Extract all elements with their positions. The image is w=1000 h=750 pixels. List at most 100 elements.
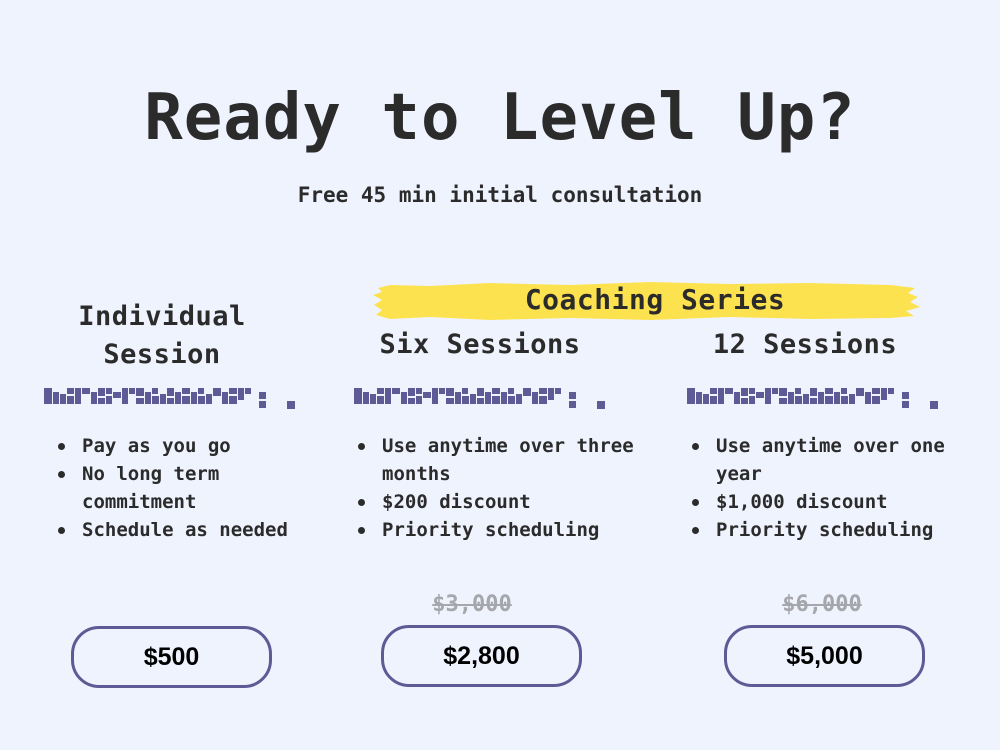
pixel-block [516, 394, 522, 404]
pixel-block [795, 396, 802, 404]
pixel-block [810, 398, 817, 404]
pixel-block [696, 392, 702, 404]
pixel-block [849, 394, 855, 404]
pixel-block [113, 392, 121, 398]
pixel-block [67, 388, 74, 394]
pixel-block [446, 388, 454, 396]
feature-list: Use anytime over three months $200 disco… [356, 432, 656, 544]
pixel-block [930, 401, 938, 409]
pixel-block [377, 388, 384, 394]
pixel-block [462, 396, 469, 404]
pixel-block [501, 392, 507, 404]
pixel-block [795, 388, 801, 394]
feature-list: Use anytime over one year $1,000 discoun… [690, 432, 990, 544]
pixel-block [818, 392, 824, 404]
pixel-block [145, 392, 151, 404]
pixel-block [718, 388, 724, 404]
pixel-block [44, 396, 52, 404]
pixel-block [53, 392, 59, 404]
pixel-block [749, 396, 755, 404]
pixel-block [888, 388, 894, 394]
pixel-block [710, 396, 717, 404]
pixel-block [401, 392, 407, 404]
page-title: Ready to Level Up? [144, 81, 856, 155]
pixel-block [902, 392, 909, 399]
pixel-block [229, 396, 237, 404]
plan-six-sessions: Six Sessions [350, 318, 610, 372]
pixel-block [841, 388, 847, 394]
pixel-block [902, 401, 909, 408]
pixel-block [136, 388, 144, 396]
pixel-block [539, 396, 547, 404]
pixel-block [508, 388, 514, 394]
pixel-block [734, 392, 740, 404]
pixel-block [160, 394, 166, 404]
original-price: $3,000 [432, 592, 512, 617]
plan-name: Six Sessions [379, 329, 581, 360]
pixel-block [182, 396, 190, 404]
price-button-5000[interactable]: $5,000 [724, 625, 925, 687]
pixel-block [122, 388, 128, 404]
plan-12-sessions: 12 Sessions [675, 318, 935, 372]
pixel-block [841, 396, 848, 404]
pixel-block [206, 394, 212, 404]
price-button-500[interactable]: $500 [71, 626, 272, 688]
pixel-block [75, 388, 81, 404]
pixel-block [856, 388, 864, 396]
pixel-block [354, 396, 362, 404]
pixel-block [508, 396, 515, 404]
pixel-block [703, 394, 709, 404]
pixel-block [834, 392, 840, 404]
original-price: $6,000 [782, 592, 862, 617]
plan-name: Individual Session [42, 290, 282, 382]
pixel-block [167, 388, 174, 396]
pixel-block [423, 392, 431, 398]
pixel-block [492, 396, 500, 404]
pixel-block [245, 388, 251, 394]
pixel-block [82, 388, 90, 394]
pixel-block [470, 394, 476, 404]
pixel-price-strip [354, 388, 605, 409]
pixel-block [259, 401, 266, 408]
pixel-block [881, 388, 887, 400]
pixel-block [152, 388, 158, 394]
pixel-block [555, 388, 561, 394]
pixel-block [191, 392, 197, 404]
pixel-block [182, 388, 190, 394]
pixel-block [392, 388, 400, 394]
pixel-block [687, 388, 695, 396]
pixel-block [198, 396, 205, 404]
list-item: No long term commitment [56, 460, 306, 516]
pixel-block [810, 388, 817, 396]
pixel-block [765, 388, 771, 404]
pixel-block [865, 392, 871, 404]
pixel-block [825, 388, 833, 394]
pixel-price-strip [687, 388, 938, 409]
pixel-block [385, 388, 391, 404]
list-item: Schedule as needed [56, 516, 306, 544]
pixel-block [477, 388, 484, 396]
pixel-block [569, 392, 576, 399]
list-item: Priority scheduling [356, 516, 656, 544]
pixel-block [229, 388, 237, 394]
pixel-block [136, 398, 144, 404]
list-item: Use anytime over three months [356, 432, 656, 488]
plan-individual-session: Individual Session [42, 290, 282, 382]
pixel-block [741, 398, 748, 404]
pixel-block [408, 398, 415, 404]
pixel-block [167, 398, 174, 404]
pixel-block [98, 398, 105, 404]
pixel-block [377, 396, 384, 404]
list-item: Priority scheduling [690, 516, 990, 544]
pixel-block [439, 388, 445, 394]
price-button-2800[interactable]: $2,800 [381, 625, 582, 687]
pixel-block [106, 396, 112, 404]
pixel-block [106, 388, 112, 394]
pixel-block [432, 388, 438, 404]
list-item: Pay as you go [56, 432, 306, 460]
pixel-block [91, 392, 97, 404]
pixel-block [213, 388, 221, 396]
pixel-block [462, 388, 468, 394]
plan-name-line1: Individual [78, 301, 246, 332]
pixel-block [597, 401, 605, 409]
